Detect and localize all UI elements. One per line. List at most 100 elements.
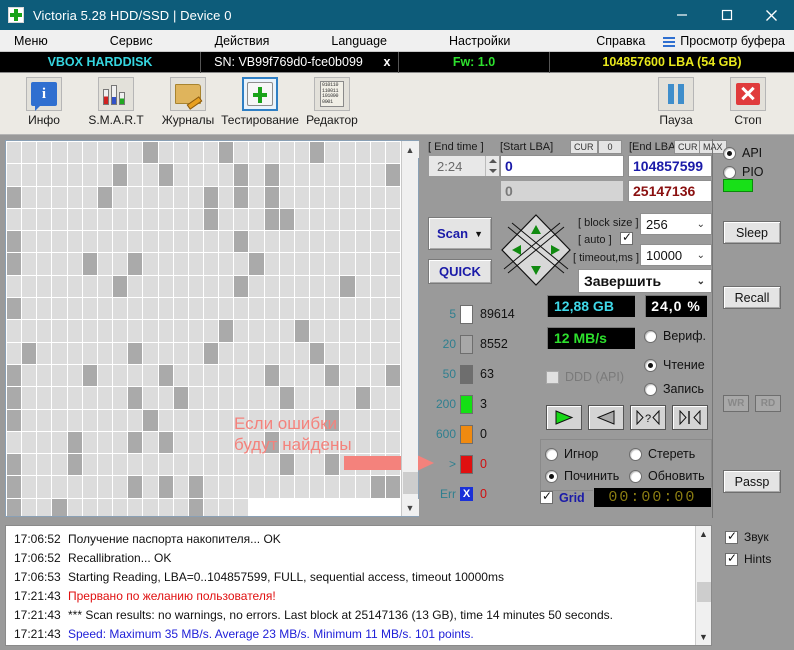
optype-write-option[interactable]: Запись xyxy=(644,379,708,399)
map-cell xyxy=(113,454,128,476)
log-vertical-scrollbar[interactable]: ▲ ▼ xyxy=(695,526,711,645)
end-lba-input[interactable]: 104857599 xyxy=(628,155,712,177)
end-time-spinner[interactable]: 2:24 xyxy=(428,155,500,177)
toolbar-button-stop[interactable]: Стоп xyxy=(712,75,784,133)
recall-button[interactable]: Recall xyxy=(723,286,781,309)
optype-read-option[interactable]: Чтение xyxy=(644,355,708,375)
menu-item-menu[interactable]: Меню xyxy=(4,30,58,52)
minimize-button[interactable] xyxy=(659,0,704,30)
map-cell xyxy=(219,186,234,208)
map-cell xyxy=(325,409,340,431)
passp-button[interactable]: Passp xyxy=(723,470,781,493)
menu-item-settings[interactable]: Настройки xyxy=(439,30,520,52)
map-cell xyxy=(97,298,113,320)
log-scroll-down-icon[interactable]: ▼ xyxy=(699,629,708,645)
quick-button[interactable]: QUICK xyxy=(428,259,492,284)
optype-verify-option[interactable]: Вериф. xyxy=(644,326,708,346)
hints-option[interactable]: Hints xyxy=(725,551,771,566)
map-cell xyxy=(294,164,310,186)
sound-label: Звук xyxy=(744,530,769,544)
map-cell xyxy=(310,431,325,454)
log-message: Starting Reading, LBA=0..104857599, FULL… xyxy=(68,569,504,584)
maximize-button[interactable] xyxy=(704,0,749,30)
verify-radio-icon[interactable] xyxy=(644,329,657,343)
log-scroll-thumb[interactable] xyxy=(697,582,711,602)
play-reverse-button[interactable] xyxy=(588,405,624,430)
map-scroll-up-icon[interactable]: ▲ xyxy=(401,141,419,158)
map-vertical-scrollbar[interactable]: ▲ ▼ xyxy=(401,141,419,516)
direction-pad[interactable] xyxy=(500,213,572,287)
hints-checkbox[interactable] xyxy=(725,551,738,566)
map-cell xyxy=(82,231,97,253)
legend-swatch xyxy=(460,304,473,324)
start-lba-input[interactable]: 0 xyxy=(500,155,624,177)
step-end-button[interactable] xyxy=(672,405,708,430)
spin-up-icon[interactable] xyxy=(488,159,497,163)
end-time-spin-arrows[interactable] xyxy=(485,156,499,176)
timeout-select[interactable]: 10000 ⌄ xyxy=(640,244,712,266)
finish-action-select[interactable]: Завершить ⌄ xyxy=(578,269,712,293)
log-lines[interactable]: 17:06:52 Получение паспорта накопителя...… xyxy=(6,526,695,645)
map-cell xyxy=(385,186,400,208)
ignore-radio-icon[interactable] xyxy=(545,447,558,461)
refresh-radio-icon[interactable] xyxy=(629,469,642,483)
defect-erase-option[interactable]: Стереть xyxy=(629,444,695,464)
toolbar-button-logs[interactable]: Журналы xyxy=(152,75,224,133)
device-close-mark[interactable]: x xyxy=(376,55,398,69)
scan-button[interactable]: Scan ▼ xyxy=(428,217,492,250)
menu-item-service[interactable]: Сервис xyxy=(100,30,163,52)
toolbar-button-pause[interactable]: Пауза xyxy=(640,75,712,133)
map-cell xyxy=(325,476,340,498)
start-lba-cur-button[interactable]: CUR xyxy=(570,140,598,154)
map-scroll-thumb[interactable] xyxy=(403,472,418,494)
auto-checkbox[interactable] xyxy=(620,230,633,245)
toolbar-button-info[interactable]: Инфо xyxy=(8,75,80,133)
map-cell xyxy=(294,498,310,516)
defect-repair-option[interactable]: Починить xyxy=(545,466,629,486)
map-cell xyxy=(355,275,370,298)
menu-item-language[interactable]: Language xyxy=(321,30,397,52)
pio-radio-icon[interactable] xyxy=(723,165,736,179)
grid-checkbox[interactable] xyxy=(540,489,553,504)
toolbar-button-testing[interactable]: Тестирование xyxy=(221,75,299,133)
surface-map-grid[interactable] xyxy=(6,141,401,516)
block-size-select[interactable]: 256 ⌄ xyxy=(640,213,712,235)
map-cell xyxy=(234,208,249,231)
log-scroll-up-icon[interactable]: ▲ xyxy=(699,526,708,542)
end-lba-cur-button[interactable]: CUR xyxy=(674,140,702,154)
menu-item-help[interactable]: Справка xyxy=(587,30,654,52)
scan-dropdown-icon[interactable]: ▼ xyxy=(474,229,483,239)
sound-option[interactable]: Звук xyxy=(725,529,769,544)
legend-threshold: 20 xyxy=(442,337,456,351)
spin-down-icon[interactable] xyxy=(488,169,497,173)
defect-ignore-option[interactable]: Игнор xyxy=(545,444,629,464)
toolbar-button-smart[interactable]: S.M.A.R.T xyxy=(80,75,152,133)
play-forward-button[interactable] xyxy=(546,405,582,430)
map-cell xyxy=(37,364,52,387)
read-radio-icon[interactable] xyxy=(644,358,657,372)
api-radio-icon[interactable] xyxy=(723,146,736,160)
menu-item-actions[interactable]: Действия xyxy=(205,30,280,52)
map-scroll-down-icon[interactable]: ▼ xyxy=(401,499,419,516)
map-cell xyxy=(143,298,158,320)
erase-radio-icon[interactable] xyxy=(629,447,642,461)
seek-unknown-button[interactable]: ? xyxy=(630,405,666,430)
sleep-button[interactable]: Sleep xyxy=(723,221,781,244)
start-lba-zero-button[interactable]: 0 xyxy=(598,140,622,154)
menu-item-buffer-view[interactable]: Просмотр буфера xyxy=(654,30,794,52)
legend-row: 50 63 xyxy=(428,359,540,389)
wr-button[interactable]: WR xyxy=(723,395,749,412)
map-cell xyxy=(97,208,113,231)
write-radio-icon[interactable] xyxy=(644,382,657,396)
map-cell xyxy=(325,320,340,342)
defect-refresh-option[interactable]: Обновить xyxy=(629,466,705,486)
toolbar-button-editor[interactable]: 010110 110011 101000 0001 Редактор xyxy=(296,75,368,133)
repair-radio-icon[interactable] xyxy=(545,469,558,483)
sound-checkbox[interactable] xyxy=(725,529,738,544)
rd-button[interactable]: RD xyxy=(755,395,781,412)
map-cell xyxy=(188,364,203,387)
interface-api-option[interactable]: API xyxy=(723,143,762,163)
ddd-checkbox[interactable] xyxy=(546,370,559,384)
map-cell xyxy=(82,498,97,516)
close-button[interactable] xyxy=(749,0,794,30)
